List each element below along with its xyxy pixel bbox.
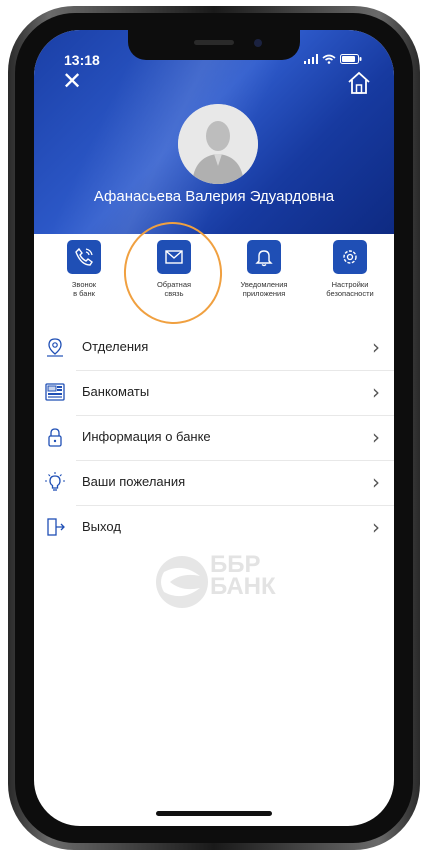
home-icon[interactable] — [346, 70, 372, 96]
signal-icon — [303, 54, 318, 64]
feedback-button[interactable]: Обратная связь — [134, 240, 214, 298]
speaker — [194, 40, 234, 45]
menu-item-label: Банкоматы — [82, 384, 150, 399]
atm-icon — [45, 383, 65, 401]
gear-icon — [343, 250, 357, 264]
feedback-label-line1: Обратная — [156, 280, 192, 289]
menu-list: Отделения › Банкоматы › Информация о бан… — [34, 326, 394, 550]
call-bank-label-line2: в банк — [73, 289, 95, 298]
camera — [254, 39, 262, 47]
notch — [128, 30, 300, 60]
status-icons — [303, 54, 362, 67]
chevron-right-icon: › — [372, 425, 380, 449]
app-screen: 13:18 ✕ Афанасьева Валерия Эдуардовна Зв… — [34, 30, 394, 826]
avatar — [178, 104, 258, 184]
menu-item-logout[interactable]: Выход › — [47, 506, 394, 550]
battery-icon — [340, 54, 362, 64]
security-label-line1: Настройки — [331, 280, 369, 289]
feedback-label-line2: связь — [164, 289, 184, 298]
menu-item-branches[interactable]: Отделения › — [47, 326, 394, 371]
menu-item-label: Выход — [82, 519, 121, 534]
wifi-icon — [322, 54, 336, 64]
profile-header: 13:18 ✕ Афанасьева Валерия Эдуардовна — [34, 30, 394, 234]
bank-logo-text: ББР БАНК — [210, 553, 276, 600]
chevron-right-icon: › — [372, 380, 380, 404]
phone-icon — [75, 247, 93, 266]
security-label-line2: безопасности — [326, 289, 374, 298]
menu-item-label: Отделения — [82, 339, 149, 354]
notifications-label-line2: приложения — [242, 289, 286, 298]
status-time: 13:18 — [64, 52, 100, 68]
lock-icon — [48, 428, 62, 447]
bell-icon — [255, 250, 273, 267]
chevron-right-icon: › — [372, 515, 380, 539]
home-indicator[interactable] — [156, 811, 272, 816]
quick-actions: Звонок в банк Обратная связь Уведомления… — [34, 240, 394, 318]
user-name: Афанасьева Валерия Эдуардовна — [93, 188, 335, 205]
menu-item-label: Информация о банке — [82, 429, 211, 444]
call-bank-button[interactable]: Звонок в банк — [44, 240, 124, 298]
chevron-right-icon: › — [372, 470, 380, 494]
mail-icon — [165, 250, 183, 264]
map-pin-icon — [47, 338, 63, 357]
notifications-label-line1: Уведомления — [240, 280, 288, 289]
user-silhouette-icon — [178, 104, 258, 184]
lightbulb-icon — [45, 472, 65, 491]
close-button[interactable]: ✕ — [62, 70, 82, 94]
menu-item-bank-info[interactable]: Информация о банке › — [48, 416, 394, 461]
chevron-right-icon: › — [372, 335, 380, 359]
menu-item-label: Ваши пожелания — [82, 474, 186, 489]
menu-item-atms[interactable]: Банкоматы › — [45, 371, 394, 416]
menu-item-wishes[interactable]: Ваши пожелания › — [45, 461, 394, 506]
security-settings-button[interactable]: Настройки безопасности — [310, 240, 390, 298]
logout-icon — [47, 518, 65, 536]
app-notifications-button[interactable]: Уведомления приложения — [224, 240, 304, 298]
bank-logo-line2: БАНК — [210, 573, 276, 600]
call-bank-label-line1: Звонок — [71, 280, 97, 289]
